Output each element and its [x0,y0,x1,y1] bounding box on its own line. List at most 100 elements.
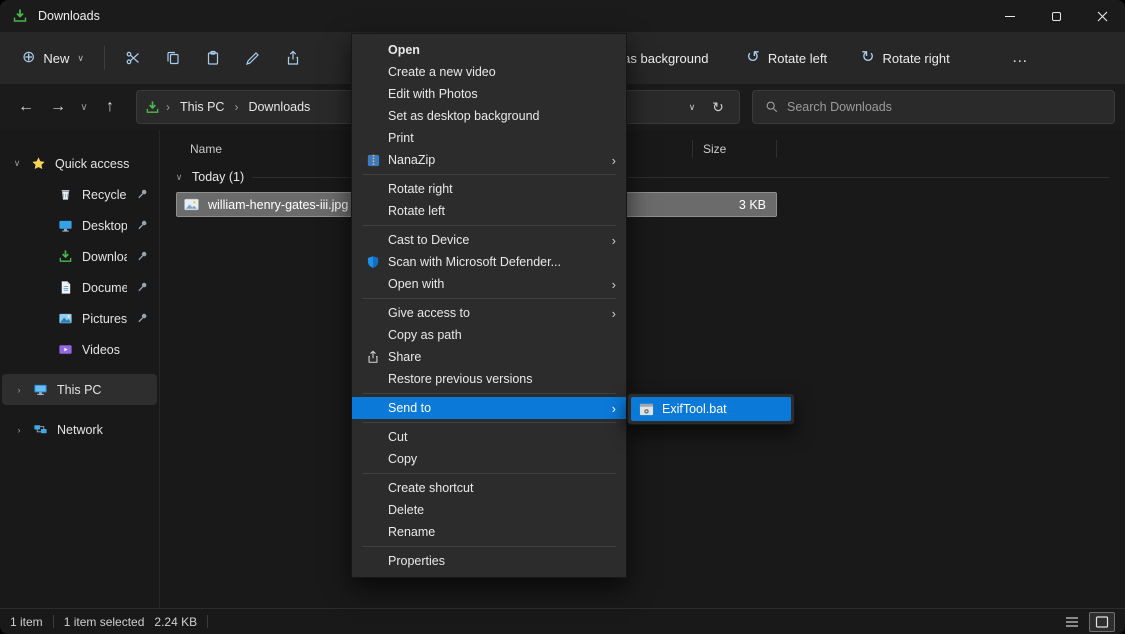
sidebar-item-desktop[interactable]: Desktop [2,210,157,241]
breadcrumb-this-pc[interactable]: This PC [172,96,232,118]
group-label: Today (1) [192,170,244,184]
context-menu-item-restore-previous-versions[interactable]: Restore previous versions [352,368,626,390]
this-pc-icon [33,382,48,397]
titlebar: Downloads [0,0,1125,32]
defender-shield-icon [364,255,382,269]
sidebar-item-downloads[interactable]: Downloads [2,241,157,272]
minimize-icon [1005,16,1015,17]
sidebar-item-quick-access[interactable]: ∨ Quick access [2,148,157,179]
submenu-item-label: ExifTool.bat [662,402,727,416]
details-view-button[interactable] [1059,612,1085,632]
menu-separator [362,546,616,547]
context-menu-item-open-with[interactable]: Open with › [352,273,626,295]
context-menu-item-copy-as-path[interactable]: Copy as path [352,324,626,346]
view-switcher [1059,612,1115,632]
sidebar-item-label: Recycle Bin [82,188,127,202]
rotate-right-button[interactable]: ↻ Rotate right [851,42,960,74]
nanazip-icon [364,153,382,168]
sidebar-item-label: Desktop [82,219,127,233]
sidebar-item-videos[interactable]: Videos [2,334,157,365]
selection-summary: 1 item selected [64,615,145,629]
context-menu-item-copy[interactable]: Copy [352,448,626,470]
column-headers: Name Size [176,136,1125,162]
minimize-button[interactable] [987,0,1033,32]
breadcrumb-downloads[interactable]: Downloads [240,96,318,118]
context-menu-item-set-as-desktop-background[interactable]: Set as desktop background [352,105,626,127]
column-header-size[interactable]: Size [693,140,777,158]
explorer-window: Downloads ⊕ New ∨ [0,0,1125,634]
submenu-arrow-icon: › [612,153,616,168]
address-dropdown-button[interactable]: ∨ [679,94,705,120]
context-menu-item-create-a-new-video[interactable]: Create a new video [352,61,626,83]
maximize-button[interactable] [1033,0,1079,32]
submenu-arrow-icon: › [612,233,616,248]
context-menu-item-delete[interactable]: Delete [352,499,626,521]
file-size: 3 KB [739,198,766,212]
rotate-right-label: Rotate right [883,51,950,66]
toolbar-divider [104,46,105,70]
sidebar-item-recycle-bin[interactable]: Recycle Bin [2,179,157,210]
rotate-left-button[interactable]: ↺ Rotate left [736,42,837,74]
sidebar-item-label: Network [57,423,149,437]
context-menu-item-open[interactable]: Open [352,39,626,61]
videos-icon [58,342,73,357]
batch-file-icon [639,402,654,417]
context-menu-item-create-shortcut[interactable]: Create shortcut [352,477,626,499]
downloads-app-icon [12,8,28,24]
window-controls [987,0,1125,32]
context-menu-item-rotate-right[interactable]: Rotate right [352,178,626,200]
close-button[interactable] [1079,0,1125,32]
sidebar-item-label: Videos [82,343,149,357]
search-input[interactable] [787,100,1102,114]
forward-button[interactable]: → [42,91,74,123]
refresh-button[interactable]: ↻ [705,94,731,120]
paste-button[interactable] [195,42,231,74]
context-menu-item-edit-with-photos[interactable]: Edit with Photos [352,83,626,105]
sidebar-item-documents[interactable]: Documents [2,272,157,303]
rotate-left-label: Rotate left [768,51,827,66]
up-button[interactable]: ↑ [94,91,126,123]
cut-button[interactable] [115,42,151,74]
sidebar-item-network[interactable]: › Network [2,414,157,445]
search-box[interactable] [752,90,1115,124]
context-menu-item-rename[interactable]: Rename [352,521,626,543]
context-menu-item-send-to[interactable]: Send to › [352,397,626,419]
context-menu-item-print[interactable]: Print [352,127,626,149]
sidebar: ∨ Quick access Recycle Bin Desktop Downl… [0,130,160,608]
context-menu-item-give-access-to[interactable]: Give access to › [352,302,626,324]
menu-separator [362,393,616,394]
context-menu-item-cut[interactable]: Cut [352,426,626,448]
submenu-item-exiftool-bat[interactable]: ExifTool.bat [631,397,791,421]
pictures-icon [58,311,73,326]
sidebar-item-label: Downloads [82,250,127,264]
sidebar-item-label: Documents [82,281,127,295]
thumbnail-view-button[interactable] [1089,612,1115,632]
downloads-folder-icon [58,249,73,264]
context-menu-item-rotate-left[interactable]: Rotate left [352,200,626,222]
share-button[interactable] [275,42,311,74]
chevron-right-icon: › [164,100,172,114]
sidebar-item-pictures[interactable]: Pictures [2,303,157,334]
status-divider [53,615,54,628]
scissors-icon [125,50,141,66]
new-button[interactable]: ⊕ New ∨ [12,42,94,74]
see-more-button[interactable]: … [1002,41,1038,75]
history-chevron-button[interactable]: ∨ [74,91,94,123]
close-icon [1097,11,1108,22]
pin-icon [136,188,149,201]
copy-button[interactable] [155,42,191,74]
context-menu-item-share[interactable]: Share [352,346,626,368]
share-icon [364,350,382,364]
back-button[interactable]: ← [10,91,42,123]
context-menu-item-nanazip[interactable]: NanaZip › [352,149,626,171]
sidebar-item-label: Quick access [55,157,149,171]
context-menu-item-properties[interactable]: Properties [352,550,626,572]
sidebar-item-this-pc[interactable]: › This PC [2,374,157,405]
rotate-left-icon: ↺ [746,50,759,66]
context-menu-item-scan-with-defender[interactable]: Scan with Microsoft Defender... [352,251,626,273]
menu-separator [362,298,616,299]
context-menu-item-cast-to-device[interactable]: Cast to Device › [352,229,626,251]
maximize-icon [1052,12,1061,21]
rename-button[interactable] [235,42,271,74]
group-header-today[interactable]: ∨ Today (1) [174,170,1125,184]
